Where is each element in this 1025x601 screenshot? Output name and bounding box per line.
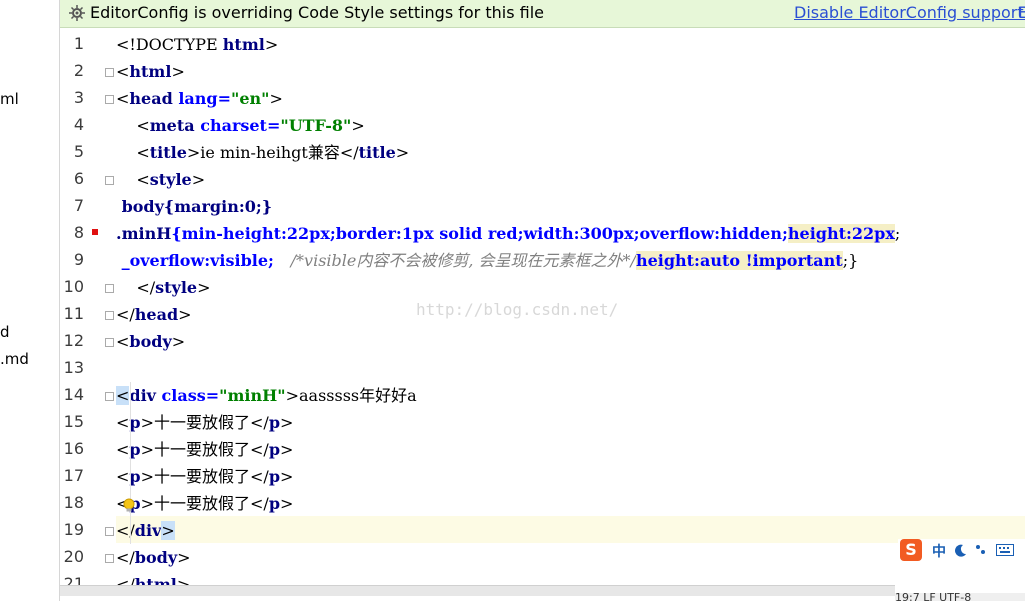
fold-marker-icon[interactable] [105,176,114,185]
code-line: .minH{min-height:22px;border:1px solid r… [116,224,901,243]
line-number: 6 [73,169,84,188]
code-line: <title>ie min-heihgt兼容</title> [136,143,410,162]
code-line: <style> [136,170,206,189]
fold-marker-icon[interactable] [105,68,114,77]
code-line: <div class="minH">aasssss年好好a [116,386,417,405]
line-number: 7 [73,196,84,215]
code-line: <meta charset="UTF-8"> [136,116,365,135]
indent-guide [130,382,131,544]
line-number: 17 [63,466,84,485]
code-line: <!DOCTYPE html> [116,35,279,54]
line-number: 13 [63,358,84,377]
line-number: 11 [63,304,84,323]
code-line: <p>十一要放假了</p> [116,440,294,459]
editorconfig-banner: EditorConfig is overriding Code Style se… [60,0,1025,28]
fold-marker-icon[interactable] [105,392,114,401]
line-number: 15 [63,412,84,431]
code-line: <p>十一要放假了</p> [116,467,294,486]
line-number: 9 [73,250,84,269]
fold-marker-icon[interactable] [105,338,114,347]
code-line: body{margin:0;} [116,197,273,216]
line-number: 19 [63,520,84,539]
intention-bulb-icon[interactable] [122,498,136,514]
line-number: 14 [63,385,84,404]
line-number: 8 [73,223,84,242]
project-panel: ml d .md [0,0,60,601]
watermark: http://blog.csdn.net/ [416,300,619,319]
banner-message: EditorConfig is overriding Code Style se… [90,3,544,22]
code-line: <head lang="en"> [116,89,283,108]
line-number: 3 [73,88,84,107]
code-line: </body> [116,548,191,567]
project-item[interactable]: ml [0,90,19,108]
fold-marker-icon[interactable] [105,527,114,536]
line-number: 16 [63,439,84,458]
punctuation-icon[interactable] [974,543,988,557]
project-item[interactable]: d [0,323,10,341]
banner-link-truncated[interactable]: E [1018,0,1025,25]
code-line: </div> [116,521,175,540]
horizontal-scrollbar[interactable] [60,585,895,596]
editorconfig-icon [69,5,85,21]
line-number: 20 [63,547,84,566]
code-line: </head> [116,305,192,324]
sogou-logo-icon[interactable]: S [900,539,922,561]
line-number: 4 [73,115,84,134]
moon-icon[interactable] [954,543,968,557]
fold-marker-icon[interactable] [105,311,114,320]
ime-language[interactable]: 中 [932,541,946,561]
fold-marker-icon[interactable] [105,554,114,563]
fold-marker-icon[interactable] [105,284,114,293]
code-line: <body> [116,332,186,351]
fold-marker-icon[interactable] [105,95,114,104]
line-number: 1 [73,34,84,53]
code-line: <p>十一要放假了</p> [116,413,294,432]
code-line: <html> [116,62,185,81]
line-number: 12 [63,331,84,350]
keyboard-icon[interactable] [996,544,1014,556]
code-line: _overflow:visible; /*visible内容不会被修剪, 会呈现… [116,251,859,270]
status-bar: 19:7 LF UTF-8 [895,593,1025,601]
disable-editorconfig-link[interactable]: Disable EditorConfig support [794,0,1024,25]
line-number-gutter: 1 2 3 4 5 6 7 8 9 10 11 12 13 14 15 16 1… [60,28,102,601]
code-line: </style> [136,278,211,297]
ime-toolbar[interactable]: S 中 [898,539,1025,563]
line-number: 2 [73,61,84,80]
code-line: <p>十一要放假了</p> [116,494,294,513]
line-number: 5 [73,142,84,161]
error-marker-icon[interactable] [92,229,98,235]
line-number: 18 [63,493,84,512]
project-item[interactable]: .md [0,350,29,368]
line-number: 10 [63,277,84,296]
